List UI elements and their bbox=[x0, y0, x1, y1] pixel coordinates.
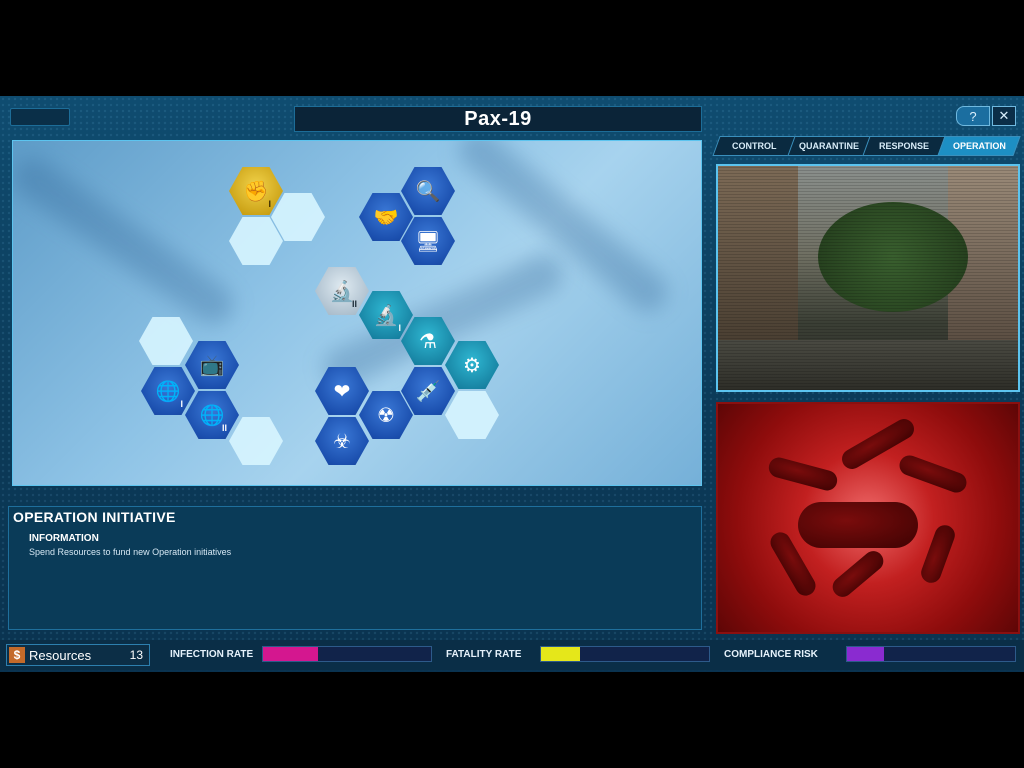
window-controls: ? ✕ bbox=[956, 106, 1016, 126]
fatality-rate-meter: FATALITY RATE bbox=[446, 644, 710, 664]
gas-mask-icon[interactable]: ☢ bbox=[359, 391, 413, 439]
no-tv-icon[interactable]: 📺 bbox=[185, 341, 239, 389]
help-icon[interactable]: ? bbox=[956, 106, 990, 126]
microscope-icon[interactable]: 🔬 II bbox=[315, 267, 369, 315]
infection-rate-track bbox=[262, 646, 432, 662]
empty-slot[interactable] bbox=[139, 317, 193, 365]
magnifier-icon[interactable]: 🔍 bbox=[401, 167, 455, 215]
empty-slot[interactable] bbox=[271, 193, 325, 241]
level-label: II bbox=[221, 423, 227, 433]
logo bbox=[10, 108, 70, 126]
scanlines bbox=[718, 166, 1018, 390]
tab-label: CONTROL bbox=[731, 141, 777, 151]
resources-label: Resources bbox=[29, 647, 92, 663]
information-box: INFORMATION Spend Resources to fund new … bbox=[29, 533, 231, 557]
fatality-rate-fill bbox=[541, 647, 580, 661]
globe-people-icon[interactable]: 🌐 II bbox=[185, 391, 239, 439]
tab-label: QUARANTINE bbox=[799, 141, 859, 151]
handshake-icon[interactable]: 🤝 bbox=[359, 193, 413, 241]
infection-rate-label: INFECTION RATE bbox=[170, 648, 254, 660]
news-video-feed bbox=[716, 164, 1020, 392]
tab-quarantine[interactable]: QUARANTINE bbox=[787, 136, 871, 156]
pathogen-visual bbox=[716, 402, 1020, 634]
compliance-risk-fill bbox=[847, 647, 884, 661]
bacterium bbox=[828, 547, 888, 601]
syringe-icon[interactable]: 💉 bbox=[401, 367, 455, 415]
operation-panel: OPERATION INITIATIVE INFORMATION Spend R… bbox=[8, 506, 702, 630]
dollar-icon: $ bbox=[9, 647, 25, 663]
fist-icon[interactable]: ✊ I bbox=[229, 167, 283, 215]
infection-rate-fill bbox=[263, 647, 319, 661]
compliance-risk-meter: COMPLIANCE RISK bbox=[724, 644, 1016, 664]
bacterium bbox=[798, 502, 918, 548]
resources-value: 13 bbox=[129, 648, 143, 662]
status-bar: $ Resources 13 INFECTION RATE FATALITY R… bbox=[0, 640, 1024, 670]
flask-gear-icon[interactable]: ⚙ bbox=[445, 341, 499, 389]
resources-display[interactable]: $ Resources 13 bbox=[6, 644, 150, 666]
compliance-risk-label: COMPLIANCE RISK bbox=[724, 648, 818, 660]
globe-people-icon[interactable]: 🌐 I bbox=[141, 367, 195, 415]
empty-slot[interactable] bbox=[229, 217, 283, 265]
tech-tree-panel: ✊ I 🔍 🤝 🖥 🔬 II 🔬 I ⚗ ⚙ 📺 🌐 I 🌐 II ❤ 💉 ☢ ☣ bbox=[12, 140, 702, 486]
computer-icon[interactable]: 🖥 bbox=[401, 217, 455, 265]
fatality-rate-label: FATALITY RATE bbox=[446, 648, 522, 660]
tab-label: OPERATION bbox=[952, 141, 1006, 151]
tab-bar: CONTROL QUARANTINE RESPONSE OPERATION bbox=[712, 136, 1021, 156]
information-text: Spend Resources to fund new Operation in… bbox=[29, 547, 232, 557]
title-bar: Pax-19 bbox=[294, 106, 702, 132]
tab-label: RESPONSE bbox=[878, 141, 929, 151]
tab-operation[interactable]: OPERATION bbox=[937, 136, 1021, 156]
level-label: I bbox=[398, 323, 401, 333]
level-label: I bbox=[180, 399, 183, 409]
bacterium bbox=[918, 522, 958, 586]
information-heading: INFORMATION bbox=[29, 533, 99, 544]
biohazard-icon[interactable]: ☣ bbox=[315, 417, 369, 465]
game-window: Pax-19 ? ✕ CONTROL QUARANTINE RESPONSE O… bbox=[0, 96, 1024, 672]
compliance-risk-track bbox=[846, 646, 1016, 662]
bacterium bbox=[766, 455, 840, 493]
fatality-rate-track bbox=[540, 646, 710, 662]
bacterium bbox=[896, 452, 970, 496]
empty-slot[interactable] bbox=[229, 417, 283, 465]
close-icon[interactable]: ✕ bbox=[992, 106, 1016, 126]
empty-slot[interactable] bbox=[445, 391, 499, 439]
page-title: Pax-19 bbox=[464, 107, 532, 130]
tab-response[interactable]: RESPONSE bbox=[862, 136, 946, 156]
operation-title: OPERATION INITIATIVE bbox=[13, 509, 176, 525]
level-label: I bbox=[268, 199, 271, 209]
level-label: II bbox=[351, 299, 357, 309]
infection-rate-meter: INFECTION RATE bbox=[170, 644, 432, 664]
tab-control[interactable]: CONTROL bbox=[712, 136, 796, 156]
